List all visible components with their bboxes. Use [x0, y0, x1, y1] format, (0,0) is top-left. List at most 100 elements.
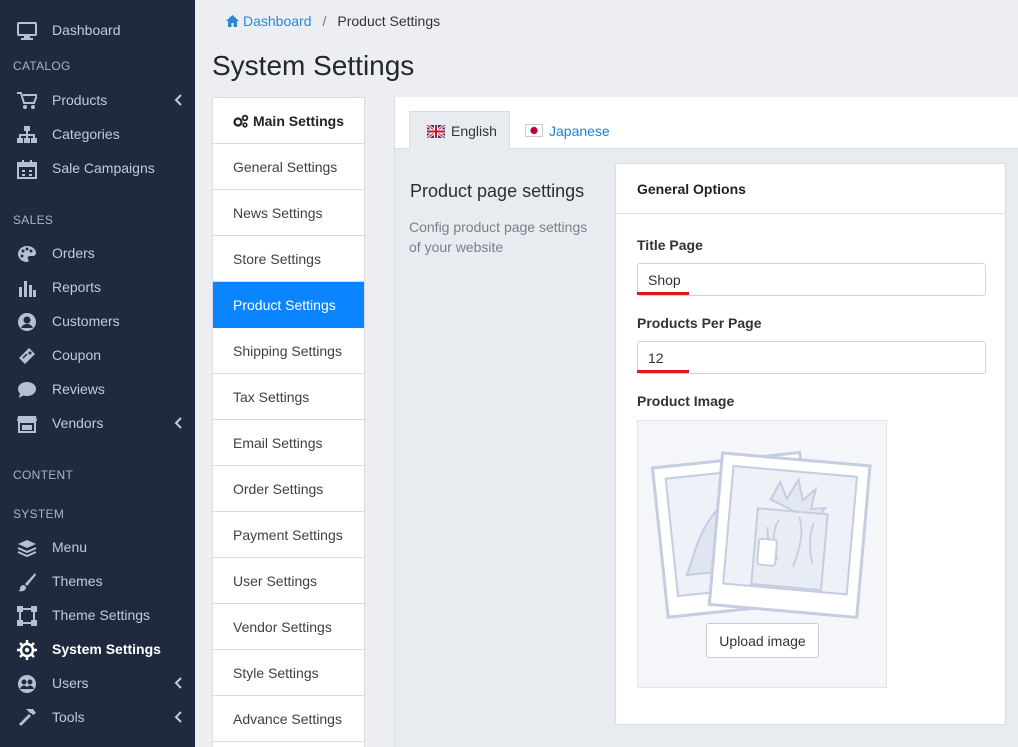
sidebar-item-label: Reviews [52, 381, 105, 397]
sidebar-item-label: Coupon [52, 347, 102, 363]
menu-item-vendor-settings[interactable]: Vendor Settings [213, 604, 364, 650]
sidebar-item-label: Users [52, 675, 89, 691]
sidebar-item-orders[interactable]: Orders [0, 237, 195, 271]
sidebar-item-label: Products [52, 92, 108, 108]
hammer-icon [16, 708, 38, 728]
page-title: System Settings [212, 50, 415, 81]
settings-menu: Main Settings General Settings News Sett… [212, 97, 365, 747]
tab-english[interactable]: English [409, 111, 510, 150]
section-description: Config product page settings of your web… [409, 219, 588, 255]
section-sales: SALES [13, 213, 54, 227]
products-per-page-input[interactable] [637, 341, 986, 374]
title-page-underline [637, 292, 689, 295]
menu-item-tax-settings[interactable]: Tax Settings [213, 374, 364, 420]
language-tabs: English Japanese [395, 97, 1018, 150]
menu-item-order-settings[interactable]: Order Settings [213, 466, 364, 512]
sidebar-item-products[interactable]: Products [0, 84, 195, 118]
paintbrush-icon [16, 572, 38, 592]
product-image-label: Product Image [637, 393, 735, 409]
settings-menu-title: Main Settings [252, 112, 344, 129]
upload-image-button[interactable]: Upload image [706, 623, 819, 658]
sidebar-item-label: Menu [52, 539, 88, 555]
products-per-page-label: Products Per Page [637, 315, 762, 331]
sidebar-item-menu[interactable]: Menu [0, 531, 195, 565]
menu-item-style-settings[interactable]: Style Settings [213, 650, 364, 696]
tab-japanese[interactable]: Japanese [525, 111, 610, 150]
chevron-left-icon [172, 416, 186, 430]
tab-english-label: English [451, 123, 497, 139]
uk-flag-icon [427, 124, 445, 138]
menu-item-store-settings[interactable]: Store Settings [213, 236, 364, 282]
sidebar-item-label: Sale Campaigns [52, 160, 155, 176]
sidebar-item-label: Theme Settings [52, 607, 151, 623]
sidebar-item-label: Themes [52, 573, 103, 589]
sidebar-item-theme-settings[interactable]: Theme Settings [0, 599, 195, 633]
chevron-left-icon [172, 710, 186, 724]
sidebar-item-vendors[interactable]: Vendors [0, 407, 195, 441]
sidebar-item-themes[interactable]: Themes [0, 565, 195, 599]
breadcrumb: Dashboard / Product Settings [226, 13, 440, 29]
vector-square-icon [16, 606, 38, 626]
calendar-icon [16, 159, 38, 179]
ticket-icon [16, 346, 38, 366]
breadcrumb-separator: / [322, 13, 327, 29]
cart-icon [16, 91, 38, 111]
layers-icon [16, 538, 38, 558]
section-title: Product page settings [410, 181, 585, 201]
chevron-left-icon [172, 676, 186, 690]
general-options-card: General Options Title Page Products Per … [615, 163, 1006, 725]
sidebar-item-customers[interactable]: Customers [0, 305, 195, 339]
menu-item-email-settings[interactable]: Email Settings [213, 420, 364, 466]
sidebar-item-label: Tools [52, 709, 85, 725]
tab-japanese-label: Japanese [549, 122, 610, 139]
sidebar-item-label: Dashboard [52, 22, 121, 38]
section-system: SYSTEM [13, 507, 65, 521]
sidebar-item-tools[interactable]: Tools [0, 701, 195, 735]
sidebar-item-categories[interactable]: Categories [0, 118, 195, 152]
sidebar-item-users[interactable]: Users [0, 667, 195, 701]
sidebar-item-label: Customers [52, 313, 120, 329]
sidebar-item-sale-campaigns[interactable]: Sale Campaigns [0, 152, 195, 186]
settings-menu-header: Main Settings [213, 98, 364, 144]
menu-item-user-settings[interactable]: User Settings [213, 558, 364, 604]
users-icon [16, 674, 38, 694]
chevron-left-icon [172, 93, 186, 107]
breadcrumb-home-link[interactable]: Dashboard [226, 13, 312, 29]
sidebar-item-label: Vendors [52, 415, 104, 431]
section-catalog: CATALOG [13, 59, 71, 73]
sidebar-item-label: Reports [52, 279, 102, 295]
sidebar-item-reports[interactable]: Reports [0, 271, 195, 305]
product-image-dropzone[interactable]: Upload image [637, 420, 887, 688]
sidebar-item-coupon[interactable]: Coupon [0, 339, 195, 373]
palette-icon [16, 244, 38, 264]
breadcrumb-home-label: Dashboard [243, 13, 312, 29]
store-icon [16, 414, 38, 434]
menu-item-product-settings[interactable]: Product Settings [213, 282, 364, 328]
gear-icon [16, 640, 38, 660]
japan-flag-icon [525, 124, 543, 137]
title-page-label: Title Page [637, 237, 703, 253]
sidebar-item-label: Orders [52, 245, 95, 261]
title-page-input[interactable] [637, 263, 986, 296]
menu-item-advance-settings[interactable]: Advance Settings [213, 696, 364, 742]
sidebar-item-label: System Settings [52, 641, 161, 657]
sidebar-item-reviews[interactable]: Reviews [0, 373, 195, 407]
user-circle-icon [16, 312, 38, 332]
card-title: General Options [616, 164, 1005, 214]
sidebar-item-system-settings[interactable]: System Settings [0, 633, 195, 667]
image-placeholder-icon [650, 450, 872, 619]
products-per-page-underline [637, 370, 689, 373]
menu-item-news-settings[interactable]: News Settings [213, 190, 364, 236]
sidebar-item-label: Categories [52, 126, 120, 142]
sidebar: Dashboard CATALOG Products Categories Sa… [0, 0, 195, 747]
menu-item-payment-settings[interactable]: Payment Settings [213, 512, 364, 558]
section-content: CONTENT [13, 468, 74, 482]
menu-item-general-settings[interactable]: General Settings [213, 144, 364, 190]
cogs-icon [233, 114, 249, 128]
menu-item-shipping-settings[interactable]: Shipping Settings [213, 328, 364, 374]
breadcrumb-current: Product Settings [337, 13, 441, 29]
sitemap-icon [16, 125, 38, 145]
comment-icon [16, 380, 38, 400]
sidebar-item-dashboard[interactable]: Dashboard [0, 14, 195, 48]
monitor-icon [16, 21, 38, 41]
